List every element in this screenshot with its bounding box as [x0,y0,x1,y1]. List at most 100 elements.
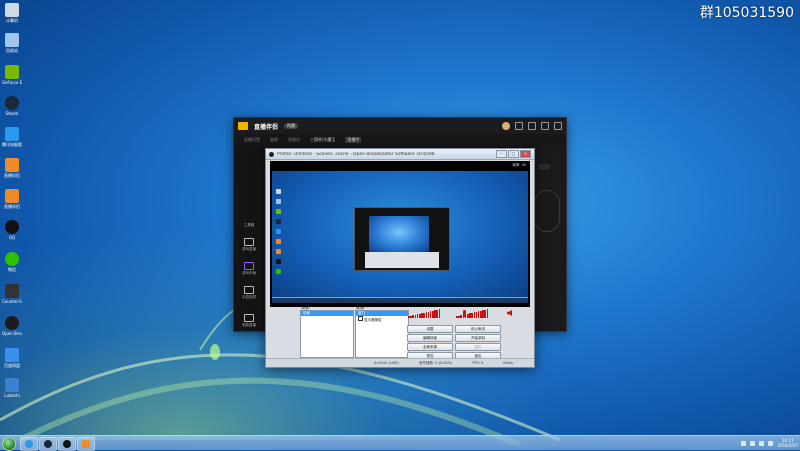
steam-icon [5,96,19,110]
settings-button[interactable]: 设置 [407,325,453,333]
preview-nested-obs [365,252,439,268]
qq-icon [5,220,19,234]
tab-live-settings[interactable]: 直播设置 [244,137,260,143]
mic-meter [408,309,466,319]
checkbox-icon[interactable] [358,316,363,321]
flag-icon[interactable] [750,440,756,446]
live-app-icon [5,189,19,203]
taskbar-item-obs[interactable] [58,437,76,451]
global-sources-button[interactable]: 全局来源 [407,343,453,351]
status-fps: FPS: 0 [472,361,484,365]
cloud-icon [5,348,19,362]
speaker-icon[interactable] [507,310,512,316]
network-icon[interactable] [741,440,747,446]
avatar[interactable] [502,122,510,130]
live-app-window-controls [502,122,562,130]
desktop-icon-app[interactable]: Ludashi [2,378,22,398]
preview-nested-window [354,207,450,271]
monitor-icon [244,238,254,246]
nvidia-icon [5,65,19,79]
steam-icon [44,440,52,448]
status-dropped: 丢失帧数: 0 (0.00%) [418,360,453,365]
preview-desktop-icons [276,189,282,279]
desktop-icon-geforce[interactable]: GeForce Experience [2,65,22,85]
taskbar-item-pc-manager[interactable] [20,437,38,451]
maximize-button[interactable]: □ [508,150,519,158]
plugins-button[interactable]: 插件 [455,343,501,351]
viewer-badge [538,164,550,170]
sidebar-item-pc-live[interactable]: 电脑直播 [240,314,258,328]
desktop-icon-steam[interactable]: Steam [2,96,22,116]
scenes-list[interactable]: 场景: 场景 [300,305,354,358]
desktop-icon-recycle-bin[interactable]: 回收站 [2,33,22,53]
game-icon [5,284,19,298]
shield-icon [25,440,33,448]
desktop-icon-computer[interactable]: 计算机 [2,3,22,23]
scenes-header: 场景: [301,305,311,310]
taskbar-item-live-app[interactable] [77,437,95,451]
tab-current-game[interactable]: 三国杀/大魔王 [310,137,335,143]
live-app-icon [5,158,19,172]
live-app-sidebar: 工具箱 游戏直播 游戏手柄 手游投屏 电脑直播 [234,146,264,331]
preview-fps: 帧率: 30 [512,163,526,167]
gamepad-icon [244,262,254,270]
tab-beauty[interactable]: 美颜 [270,137,278,143]
live-app-icon [82,440,90,448]
obs-preview[interactable]: 帧率: 30 [270,161,530,307]
status-kbps: 0kb/s [503,361,513,365]
desktop-icon-pc-manager[interactable]: 腾讯电脑管家 [2,127,22,147]
volume-icon[interactable] [759,440,765,446]
obs-logo-icon [269,151,274,157]
pc-icon [244,314,254,322]
desktop-icon-obs[interactable]: Open Broadcaster [2,316,22,336]
obs-status-bar: 0:00:00 (LIVE) 丢失帧数: 0 (0.00%) FPS: 0 0k… [266,358,534,367]
app-icon [5,378,19,392]
shield-icon [5,127,19,141]
system-tray: 10:17 2018/3/27 [741,438,798,448]
settings-icon[interactable] [515,122,523,130]
wechat-icon [5,252,19,266]
list-item[interactable]: 场景 [301,311,353,316]
minimize-button[interactable]: – [496,150,507,158]
live-app-titlebar: 直播伴侣 内测 [234,118,566,134]
desktop-icon-qq[interactable]: QQ [2,220,22,240]
phone-icon [244,286,254,294]
clock[interactable]: 10:17 2018/3/27 [777,438,798,448]
obs-icon [5,316,19,330]
close-icon[interactable] [554,122,562,130]
obs-window-controls: – □ × [496,150,531,158]
desktop-icon-live-app-1[interactable]: 直播伴侣 [2,158,22,178]
live-app-tabs: 直播设置 美颜 直播间 三国杀/大魔王 直播中 [234,134,566,146]
status-time: 0:00:00 (LIVE) [374,361,399,365]
sidebar-item-toolbox[interactable]: 工具箱 [240,222,258,228]
desktop-audio-meter [456,309,512,319]
desktop-icon-game[interactable]: Counter-Strike [2,284,22,304]
close-button[interactable]: × [520,150,531,158]
live-ring-indicator [534,190,560,232]
desktop-icon-cloud[interactable]: 百度网盘 [2,348,22,368]
obs-lists: 场景: 场景 来源: 窗口 显示器捕捉 [300,305,409,358]
computer-icon [5,3,19,17]
live-app-title: 直播伴侣 [254,123,279,131]
watermark: 群105031590 [699,5,794,21]
preview-desktop-capture [272,171,528,303]
minimize-icon[interactable] [541,122,549,130]
edit-scene-button[interactable]: 编辑场景 [407,334,453,342]
taskbar: 10:17 2018/3/27 [0,435,800,451]
taskbar-item-steam[interactable] [39,437,57,451]
tab-live-room[interactable]: 直播间 [288,137,300,143]
list-item[interactable]: 显示器捕捉 [356,316,408,322]
sidebar-item-mobile[interactable]: 手游投屏 [240,286,258,300]
start-button[interactable] [2,437,16,451]
stop-stream-button[interactable]: 停止串流 [455,325,501,333]
desktop-icon-wechat[interactable]: 微信 [2,252,22,272]
start-recording-button[interactable]: 开始录制 [455,334,501,342]
keyboard-icon[interactable] [768,440,774,446]
sources-list[interactable]: 来源: 窗口 显示器捕捉 [355,305,409,358]
obs-titlebar: Profile: Untitled - Scenes: scene - Open… [266,149,534,160]
live-app-badge: 内测 [284,123,299,129]
desktop-icon-live-app-2[interactable]: 直播伴侣 [2,189,22,209]
sidebar-item-gamepad[interactable]: 游戏手柄 [240,262,258,276]
sidebar-item-game-live[interactable]: 游戏直播 [240,238,258,252]
mail-icon[interactable] [528,122,536,130]
